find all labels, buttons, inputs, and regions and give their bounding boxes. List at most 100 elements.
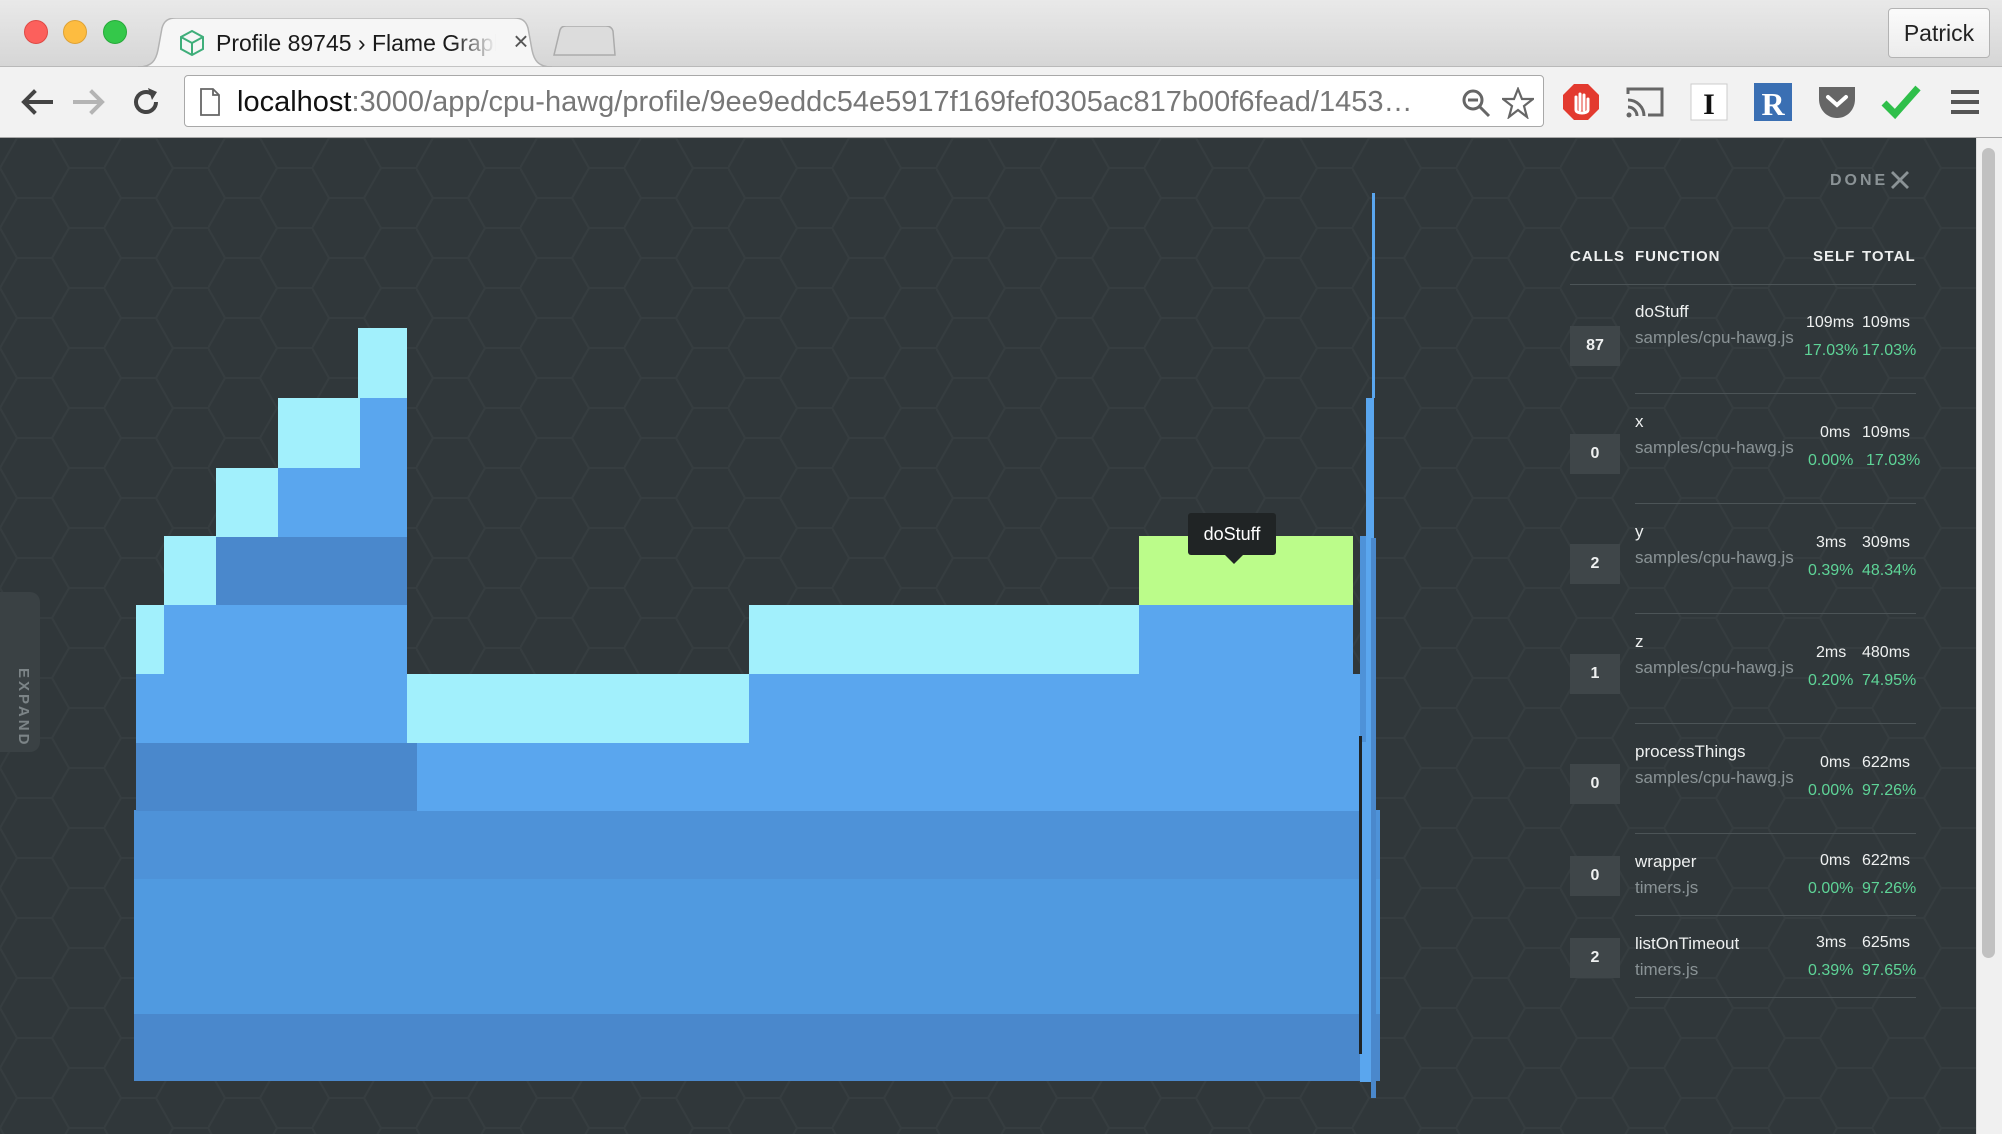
self-time: 0ms [1820, 424, 1851, 441]
function-name: x [1635, 412, 1644, 431]
url-text[interactable]: localhost:3000/app/cpu-hawg/profile/9ee9… [237, 84, 1437, 120]
menu-icon[interactable] [1944, 81, 1986, 123]
flame-frame[interactable] [278, 468, 407, 537]
function-file: timers.js [1635, 878, 1699, 897]
column-header-function: FUNCTION [1635, 248, 1721, 265]
flame-frame[interactable] [360, 398, 407, 468]
calls-count: 0 [1570, 434, 1620, 474]
flame-frame[interactable] [417, 742, 1360, 811]
checkmark-icon[interactable] [1880, 81, 1922, 123]
function-file: samples/cpu-hawg.js [1635, 328, 1794, 347]
profile-button[interactable]: Patrick [1888, 8, 1990, 58]
reload-icon[interactable] [126, 82, 166, 122]
tab-bar: Profile 89745 › Flame Graph × Patrick [0, 0, 2002, 67]
tab-title: Profile 89745 › Flame Graph [216, 29, 496, 56]
total-percent: 97.65% [1862, 962, 1917, 979]
new-tab-button[interactable] [552, 26, 616, 56]
function-name: y [1635, 522, 1644, 541]
table-row[interactable]: 2 y samples/cpu-hawg.js 3ms 309ms 0.39% … [1570, 504, 1916, 614]
self-time: 109ms [1806, 314, 1855, 331]
self-time: 0ms [1820, 852, 1851, 869]
function-file: samples/cpu-hawg.js [1635, 438, 1794, 457]
calls-count: 0 [1570, 764, 1620, 804]
flame-graph[interactable] [0, 138, 1400, 1134]
url-host: localhost [237, 86, 352, 118]
table-row[interactable]: 0 wrapper timers.js 0ms 622ms 0.00% 97.2… [1570, 834, 1916, 916]
table-row[interactable]: 87 doStuff samples/cpu-hawg.js 109ms 109… [1570, 284, 1916, 394]
function-name: processThings [1635, 742, 1746, 761]
total-time: 622ms [1862, 852, 1911, 869]
self-percent: 0.00% [1808, 452, 1854, 469]
table-row[interactable]: 2 listOnTimeout timers.js 3ms 625ms 0.39… [1570, 916, 1916, 998]
total-percent: 17.03% [1866, 452, 1921, 469]
flame-frame[interactable] [134, 1013, 1380, 1081]
column-header-self: SELF [1813, 248, 1856, 265]
flame-frame[interactable] [216, 468, 278, 537]
readability-icon[interactable]: R [1752, 81, 1794, 123]
flame-frame[interactable] [1359, 736, 1362, 1054]
frame-tooltip: doStuff [1188, 513, 1276, 555]
forward-arrow-icon[interactable] [70, 82, 110, 122]
url-path: :3000/app/cpu-hawg/profile/9ee9eddc54e59… [351, 86, 1413, 118]
svg-text:R: R [1761, 86, 1785, 122]
table-row[interactable]: 0 processThings samples/cpu-hawg.js 0ms … [1570, 724, 1916, 834]
flame-frame[interactable] [134, 878, 1380, 1014]
function-file: samples/cpu-hawg.js [1635, 658, 1794, 677]
pocket-icon[interactable] [1816, 81, 1858, 123]
total-time: 622ms [1862, 754, 1911, 771]
function-name: doStuff [1635, 302, 1689, 321]
flame-frame[interactable] [136, 605, 164, 674]
table-row[interactable]: 1 z samples/cpu-hawg.js 2ms 480ms 0.20% … [1570, 614, 1916, 724]
function-file: samples/cpu-hawg.js [1635, 768, 1794, 787]
flame-frame[interactable] [134, 810, 1380, 879]
self-percent: 0.39% [1808, 562, 1854, 579]
table-row[interactable]: 0 x samples/cpu-hawg.js 0ms 109ms 0.00% … [1570, 394, 1920, 504]
zoom-icon[interactable] [1459, 86, 1493, 120]
flame-frame[interactable] [278, 398, 360, 468]
flame-frame[interactable] [1371, 538, 1376, 1098]
close-icon[interactable] [1888, 168, 1912, 192]
zoom-window-button[interactable] [103, 20, 127, 44]
row-divider [1635, 997, 1916, 998]
tab-content: Profile 89745 › Flame Graph [178, 26, 533, 60]
flame-frame[interactable] [407, 674, 749, 743]
self-percent: 0.39% [1808, 962, 1854, 979]
calls-count: 0 [1570, 856, 1620, 896]
total-time: 309ms [1862, 534, 1911, 551]
done-button[interactable]: DONE [1830, 172, 1888, 190]
function-name: z [1635, 632, 1644, 651]
flame-frame[interactable] [136, 674, 407, 743]
flame-frame[interactable] [749, 674, 1360, 743]
calls-count: 2 [1570, 544, 1620, 584]
calls-count: 87 [1570, 326, 1620, 366]
self-time: 0ms [1820, 754, 1851, 771]
flame-frame[interactable] [358, 328, 407, 398]
flame-frame[interactable] [1372, 193, 1375, 398]
scrollbar-thumb[interactable] [1982, 148, 1995, 958]
flame-frame[interactable] [1139, 605, 1353, 674]
total-percent: 74.95% [1862, 672, 1917, 689]
tab-close-icon[interactable]: × [510, 28, 532, 54]
minimize-window-button[interactable] [63, 20, 87, 44]
calls-count: 1 [1570, 654, 1620, 694]
flame-frame[interactable] [136, 742, 417, 811]
self-percent: 17.03% [1804, 342, 1859, 359]
address-bar[interactable]: localhost:3000/app/cpu-hawg/profile/9ee9… [184, 75, 1544, 127]
cast-icon[interactable] [1624, 81, 1666, 123]
back-arrow-icon[interactable] [16, 82, 56, 122]
self-time: 3ms [1816, 534, 1847, 551]
flame-frame[interactable] [216, 536, 407, 605]
flame-frame[interactable] [164, 536, 216, 605]
instapaper-icon[interactable]: I [1688, 81, 1730, 123]
flame-frame[interactable] [164, 605, 407, 674]
adblock-icon[interactable] [1560, 81, 1602, 123]
svg-text:I: I [1703, 88, 1715, 121]
toolbar: localhost:3000/app/cpu-hawg/profile/9ee9… [0, 67, 2002, 138]
total-time: 480ms [1862, 644, 1911, 661]
star-icon[interactable] [1501, 86, 1535, 120]
flame-frame[interactable] [749, 605, 1139, 674]
close-window-button[interactable] [24, 20, 48, 44]
total-time: 109ms [1862, 424, 1911, 441]
total-time: 109ms [1862, 314, 1911, 331]
flame-frame[interactable] [1360, 536, 1366, 742]
